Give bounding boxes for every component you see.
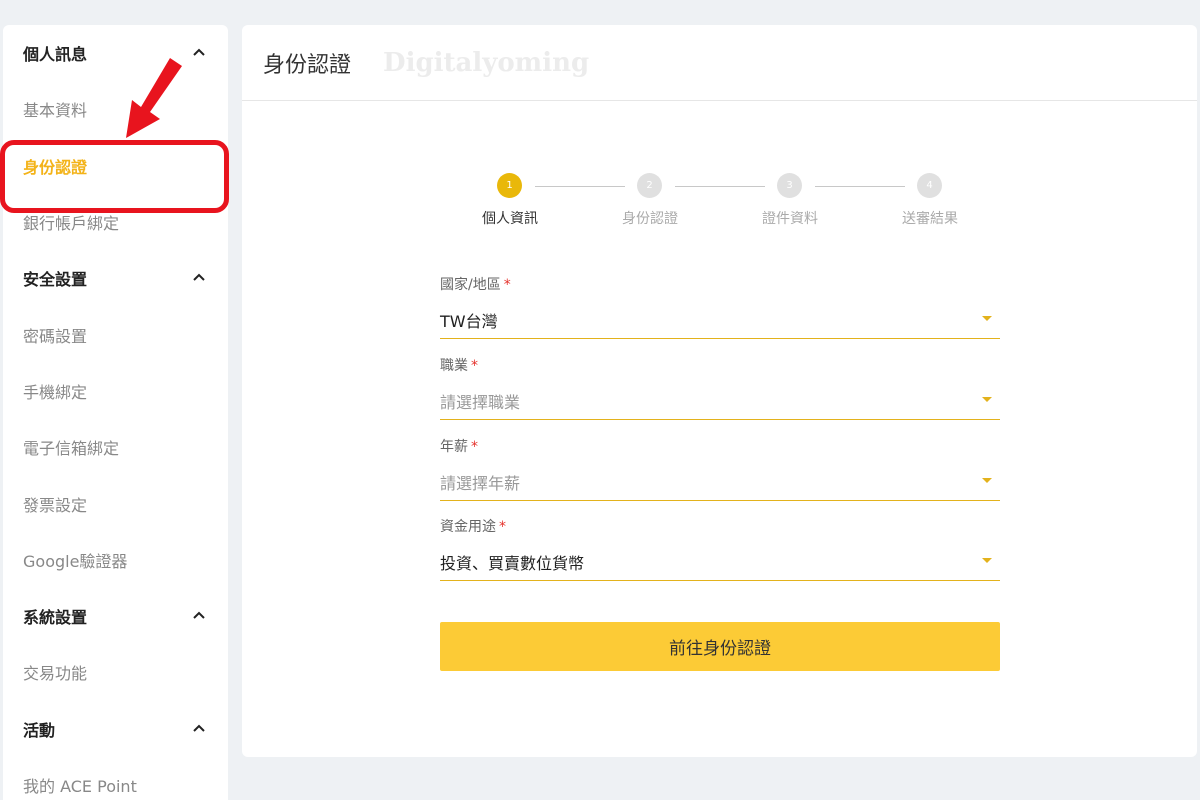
- go-to-verification-button[interactable]: 前往身份認證: [440, 622, 1000, 671]
- required-mark: *: [503, 277, 511, 293]
- occupation-select[interactable]: 請選擇職業: [440, 382, 1000, 420]
- sidebar-item-label: 手機綁定: [23, 382, 88, 402]
- sidebar-section-personal[interactable]: 個人訊息: [3, 25, 228, 81]
- sidebar-section-label: 系統設置: [23, 608, 88, 628]
- chevron-up-icon[interactable]: [192, 610, 206, 620]
- country-value: TW台灣: [440, 311, 498, 331]
- step-3-circle: 3: [777, 173, 802, 198]
- caret-down-icon: [982, 397, 992, 402]
- sidebar-item-basic-info[interactable]: 基本資料: [3, 81, 228, 137]
- country-label-text: 國家/地區: [440, 277, 501, 293]
- caret-down-icon: [982, 316, 992, 321]
- sidebar-section-label: 個人訊息: [23, 45, 88, 65]
- country-select[interactable]: TW台灣: [440, 301, 1000, 339]
- sidebar-item-label: 銀行帳戶綁定: [23, 214, 120, 234]
- sidebar-section-label: 活動: [23, 720, 56, 740]
- sidebar-item-label: 基本資料: [23, 101, 88, 121]
- sidebar-item-trading[interactable]: 交易功能: [3, 644, 228, 700]
- sidebar-item-google-authenticator[interactable]: Google驗證器: [3, 532, 228, 588]
- sidebar-item-label: 發票設定: [23, 495, 88, 515]
- sidebar-item-label: 交易功能: [23, 664, 88, 684]
- required-mark: *: [471, 439, 478, 455]
- sidebar-item-email-binding[interactable]: 電子信箱綁定: [3, 419, 228, 475]
- caret-down-icon: [982, 478, 992, 483]
- sidebar-item-label: 密碼設置: [23, 326, 88, 346]
- caret-down-icon: [982, 558, 992, 563]
- step-4-label: 送審結果: [902, 211, 958, 227]
- fund-purpose-label: 資金用途 *: [440, 516, 506, 536]
- country-label: 國家/地區 *: [440, 274, 511, 294]
- sidebar-item-ace-point[interactable]: 我的 ACE Point: [3, 757, 228, 800]
- salary-label: 年薪 *: [440, 436, 478, 456]
- sidebar-item-label: 身份認證: [23, 157, 88, 177]
- chevron-up-icon[interactable]: [192, 723, 206, 733]
- step-2-label: 身份認證: [622, 211, 678, 227]
- fund-purpose-value: 投資、買賣數位貨幣: [440, 553, 585, 573]
- sidebar-item-phone-binding[interactable]: 手機綁定: [3, 363, 228, 419]
- required-mark: *: [499, 519, 506, 535]
- occupation-label: 職業 *: [440, 355, 478, 375]
- fund-purpose-select[interactable]: 投資、買賣數位貨幣: [440, 543, 1000, 581]
- sidebar-section-security[interactable]: 安全設置: [3, 250, 228, 306]
- step-4-circle: 4: [917, 173, 942, 198]
- chevron-up-icon[interactable]: [192, 47, 206, 57]
- sidebar-section-activity[interactable]: 活動: [3, 701, 228, 757]
- step-1-circle: 1: [497, 173, 522, 198]
- step-connector: [815, 186, 905, 187]
- sidebar-item-label: 我的 ACE Point: [23, 777, 137, 796]
- sidebar-item-bank-binding[interactable]: 銀行帳戶綁定: [3, 194, 228, 250]
- occupation-label-text: 職業: [440, 358, 468, 374]
- sidebar-section-label: 安全設置: [23, 270, 88, 290]
- sidebar: 個人訊息 基本資料 身份認證 銀行帳戶綁定 安全設置 密碼設置 手機綁定 電子信…: [3, 25, 228, 800]
- step-1-label: 個人資訊: [482, 211, 538, 227]
- salary-label-text: 年薪: [440, 439, 468, 455]
- required-mark: *: [471, 358, 478, 374]
- chevron-up-icon[interactable]: [192, 272, 206, 282]
- sidebar-item-identity-verification[interactable]: 身份認證: [3, 138, 228, 194]
- sidebar-item-label: 電子信箱綁定: [23, 439, 120, 459]
- step-connector: [675, 186, 765, 187]
- step-3-label: 證件資料: [762, 211, 818, 227]
- sidebar-item-password[interactable]: 密碼設置: [3, 306, 228, 362]
- salary-select[interactable]: 請選擇年薪: [440, 463, 1000, 501]
- salary-placeholder: 請選擇年薪: [440, 473, 521, 493]
- step-2-circle: 2: [637, 173, 662, 198]
- fund-purpose-label-text: 資金用途: [440, 519, 496, 535]
- step-connector: [535, 186, 625, 187]
- watermark: Digitalyoming: [383, 47, 590, 78]
- sidebar-item-label: Google驗證器: [23, 551, 128, 571]
- occupation-placeholder: 請選擇職業: [440, 392, 521, 412]
- sidebar-item-invoice[interactable]: 發票設定: [3, 475, 228, 531]
- page-title: 身份認證: [263, 52, 352, 78]
- sidebar-section-system[interactable]: 系統設置: [3, 588, 228, 644]
- identity-card: 身份認證 Digitalyoming 1 2 3 4 個人資訊 身份認證 證件資…: [242, 25, 1197, 757]
- card-header: 身份認證 Digitalyoming: [242, 25, 1197, 101]
